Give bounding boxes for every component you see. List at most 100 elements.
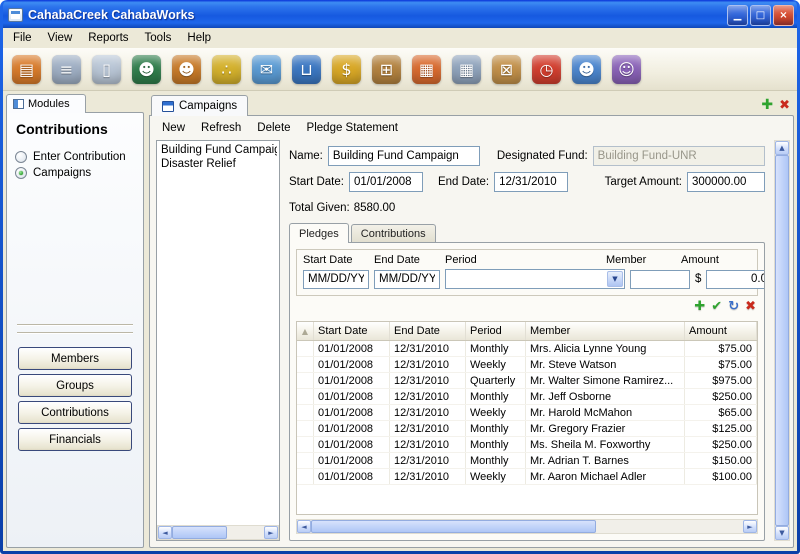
campaigns-tab-icon [162, 101, 174, 112]
table-row[interactable]: 01/01/200812/31/2010WeeklyMr. Aaron Mich… [297, 469, 757, 485]
divider [17, 324, 133, 326]
menu-item-file[interactable]: File [5, 30, 40, 46]
table-grid-icon[interactable]: ▦ [452, 55, 481, 84]
minimize-button[interactable]: ▁ [727, 5, 748, 26]
family-group-icon[interactable]: ☻ [132, 55, 161, 84]
table-hscrollbar[interactable]: ◄ ► [296, 519, 758, 534]
cell-amount: $250.00 [685, 437, 757, 452]
cell-start-date: 01/01/2008 [314, 341, 390, 356]
cell-end-date: 12/31/2010 [390, 469, 466, 484]
cell-amount: $150.00 [685, 453, 757, 468]
campaign-form: Name: Designated Fund: Start Date: End D… [287, 140, 767, 541]
column-header-amount[interactable]: Amount [685, 322, 757, 340]
document-icon[interactable]: ▯ [92, 55, 121, 84]
pledge-end-date-field[interactable] [374, 270, 440, 289]
close-tab-icon[interactable]: ✖ [779, 99, 790, 115]
campaign-list-item-disaster-relief[interactable]: Disaster Relief [159, 157, 277, 171]
pledge-start-date-field[interactable] [303, 270, 369, 289]
sort-icon[interactable]: ▲ [297, 322, 314, 340]
scroll-down-icon[interactable]: ▼ [775, 526, 789, 540]
footsteps-icon[interactable]: ∴ [212, 55, 241, 84]
maximize-button[interactable]: □ [750, 5, 771, 26]
form-vscrollbar[interactable]: ▲ ▼ [774, 140, 790, 541]
table-row[interactable]: 01/01/200812/31/2010QuarterlyMr. Walter … [297, 373, 757, 389]
table-row[interactable]: 01/01/200812/31/2010MonthlyMrs. Alicia L… [297, 341, 757, 357]
scroll-right-icon[interactable]: ► [743, 520, 757, 533]
scroll-left-icon[interactable]: ◄ [297, 520, 311, 533]
chevron-down-icon[interactable]: ▼ [607, 271, 623, 287]
table-row[interactable]: 01/01/200812/31/2010WeeklyMr. Steve Wats… [297, 357, 757, 373]
confirm-pledge-icon[interactable]: ✔ [711, 300, 722, 313]
target-amount-field[interactable] [687, 172, 765, 192]
money-coins-icon[interactable]: $ [332, 55, 361, 84]
scrollbar-thumb[interactable] [172, 526, 227, 539]
module-button-groups[interactable]: Groups [18, 374, 132, 397]
campaigns-menu-new[interactable]: New [154, 120, 193, 136]
column-header-member[interactable]: Member [526, 322, 685, 340]
tab-campaigns[interactable]: Campaigns [151, 95, 248, 116]
radio-campaigns[interactable]: Campaigns [15, 167, 135, 179]
table-row[interactable]: 01/01/200812/31/2010MonthlyMr. Jeff Osbo… [297, 389, 757, 405]
campaign-list-item-building-fund-campaign[interactable]: Building Fund Campaign [159, 143, 277, 157]
campaigns-menu-refresh[interactable]: Refresh [193, 120, 249, 136]
column-header-end-date[interactable]: End Date [390, 322, 466, 340]
campaign-list-hscrollbar[interactable]: ◄ ► [157, 525, 279, 540]
tab-contributions[interactable]: Contributions [351, 224, 436, 242]
campaigns-menu-pledge-statement[interactable]: Pledge Statement [299, 120, 406, 136]
cell-amount: $100.00 [685, 469, 757, 484]
members-icon[interactable]: ☻ [172, 55, 201, 84]
member-field[interactable] [630, 270, 690, 289]
close-button[interactable]: × [773, 5, 794, 26]
menu-item-tools[interactable]: Tools [137, 30, 180, 46]
campaigns-panel: NewRefreshDeletePledge Statement Buildin… [149, 115, 794, 548]
period-select[interactable]: ▼ [445, 269, 625, 289]
module-button-financials[interactable]: Financials [18, 428, 132, 451]
radio-enter-contribution[interactable]: Enter Contribution [15, 151, 135, 163]
menu-item-help[interactable]: Help [179, 30, 219, 46]
period-select-value[interactable] [446, 270, 606, 288]
table-row[interactable]: 01/01/200812/31/2010MonthlyMs. Sheila M.… [297, 437, 757, 453]
pledges-table-header: ▲Start DateEnd DatePeriodMemberAmount [297, 322, 757, 341]
cell-end-date: 12/31/2010 [390, 389, 466, 404]
scrollbar-thumb[interactable] [311, 520, 596, 533]
alarm-clock-icon[interactable]: ◷ [532, 55, 561, 84]
application-window: CahabaCreek CahabaWorks ▁ □ × FileViewRe… [0, 0, 800, 554]
workspace: Modules Contributions Enter Contribution… [3, 91, 797, 551]
people-pair-icon[interactable]: ☻ [572, 55, 601, 84]
add-pledge-icon[interactable]: ✚ [694, 300, 705, 313]
menu-item-view[interactable]: View [40, 30, 81, 46]
table-row[interactable]: 01/01/200812/31/2010MonthlyMr. Adrian T.… [297, 453, 757, 469]
mail-icon[interactable]: ✉ [252, 55, 281, 84]
tab-pledges[interactable]: Pledges [289, 223, 349, 243]
cell-start-date: 01/01/2008 [314, 421, 390, 436]
table-row[interactable]: 01/01/200812/31/2010MonthlyMr. Gregory F… [297, 421, 757, 437]
column-header-period[interactable]: Period [466, 322, 526, 340]
title-bar[interactable]: CahabaCreek CahabaWorks ▁ □ × [3, 0, 797, 28]
delete-pledge-icon[interactable]: ✖ [745, 300, 756, 313]
module-button-contributions[interactable]: Contributions [18, 401, 132, 424]
module-button-members[interactable]: Members [18, 347, 132, 370]
scrollbar-thumb[interactable] [775, 155, 789, 526]
scroll-up-icon[interactable]: ▲ [775, 141, 789, 155]
campaigns-menu-delete[interactable]: Delete [249, 120, 298, 136]
menu-item-reports[interactable]: Reports [80, 30, 136, 46]
table-row[interactable]: 01/01/200812/31/2010WeeklyMr. Harold McM… [297, 405, 757, 421]
entry-start-date-label: Start Date [303, 254, 369, 266]
masks-icon[interactable]: ☺ [612, 55, 641, 84]
amount-field[interactable] [706, 270, 765, 289]
add-tab-icon[interactable]: ✚ [761, 98, 773, 115]
package-icon[interactable]: ⊠ [492, 55, 521, 84]
refresh-pledges-icon[interactable]: ↻ [728, 300, 739, 313]
register-icon[interactable]: ▦ [412, 55, 441, 84]
tab-modules[interactable]: Modules [6, 94, 86, 113]
report-pages-icon[interactable]: ≡ [52, 55, 81, 84]
address-book-icon[interactable]: ▤ [12, 55, 41, 84]
start-date-field[interactable] [349, 172, 423, 192]
scroll-right-icon[interactable]: ► [264, 526, 278, 539]
scroll-left-icon[interactable]: ◄ [158, 526, 172, 539]
gift-box-icon[interactable]: ⊞ [372, 55, 401, 84]
name-field[interactable] [328, 146, 480, 166]
offering-box-icon[interactable]: ⊔ [292, 55, 321, 84]
column-header-start-date[interactable]: Start Date [314, 322, 390, 340]
end-date-field[interactable] [494, 172, 568, 192]
